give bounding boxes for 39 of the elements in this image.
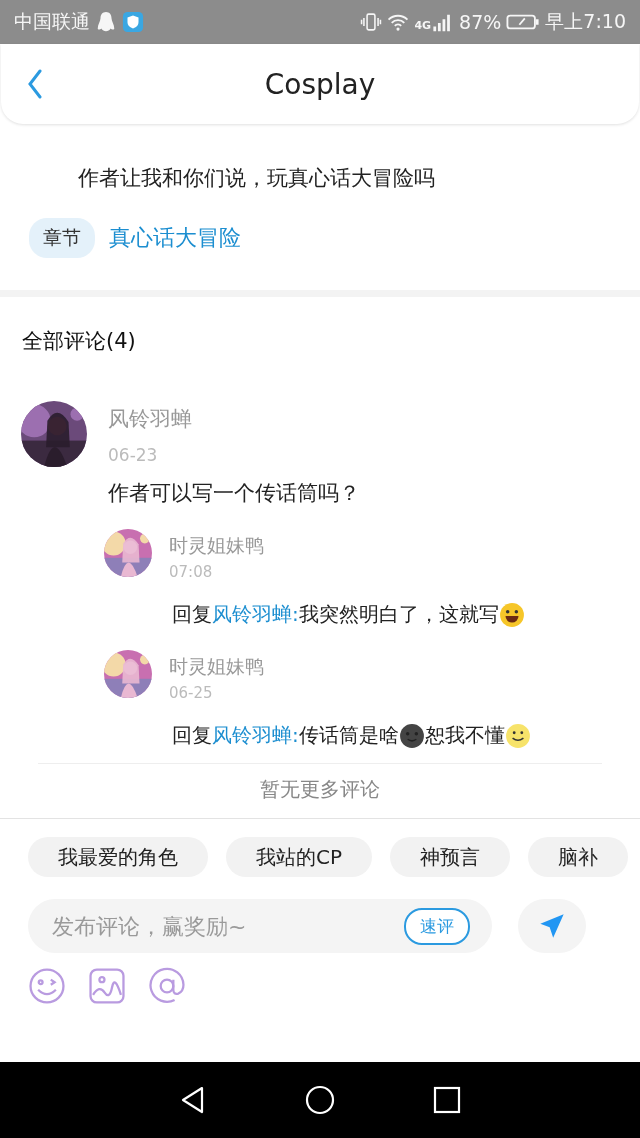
recent-apps-icon[interactable] bbox=[431, 1085, 462, 1115]
chapter-link[interactable]: 真心话大冒险 bbox=[109, 223, 241, 253]
end-of-comments-note: 暂无更多评论 bbox=[260, 777, 380, 801]
post-text: 作者让我和你们说，玩真心话大冒险吗 bbox=[78, 165, 436, 192]
paper-plane-icon bbox=[538, 912, 566, 940]
grinning-emoji-icon bbox=[498, 601, 525, 628]
comment-text: 作者可以写一个传话筒吗？ bbox=[108, 480, 361, 507]
image-icon[interactable] bbox=[88, 967, 126, 1005]
mention-link[interactable]: 风铃羽蝉: bbox=[212, 601, 299, 628]
comment-input-field[interactable]: 发布评论，赢奖励~ 速评 bbox=[28, 899, 492, 953]
dark-face-emoji-icon bbox=[398, 722, 425, 749]
comment-date: 06-23 bbox=[108, 445, 159, 465]
home-icon[interactable] bbox=[305, 1085, 335, 1115]
author-name: 时灵姐妹鸭 bbox=[169, 533, 264, 558]
network-label: 4G bbox=[414, 19, 432, 32]
quick-review-button[interactable]: 速评 bbox=[404, 907, 470, 945]
vibrate-icon bbox=[360, 11, 383, 33]
quick-comment-chip[interactable]: 我最爱的角色 bbox=[28, 837, 208, 877]
clock: 早上7:10 bbox=[545, 9, 626, 34]
reply-text: 回复风铃羽蝉:传话筒是啥 恕我不懂 bbox=[172, 722, 640, 749]
comments-heading: 全部评论(4) bbox=[22, 328, 137, 355]
shield-icon bbox=[122, 11, 144, 33]
author-name: 时灵姐妹鸭 bbox=[169, 654, 264, 679]
quick-comment-chip[interactable]: 脑补 bbox=[528, 837, 629, 877]
page-title: Cosplay bbox=[264, 67, 376, 101]
author-name: 风铃羽蝉 bbox=[108, 406, 193, 433]
mention-icon[interactable] bbox=[148, 967, 186, 1005]
chapter-tag: 章节 bbox=[29, 218, 95, 258]
smiling-emoji-icon bbox=[504, 722, 531, 749]
quick-comment-chip[interactable]: 我站的CP bbox=[226, 837, 373, 877]
reply-text: 回复风铃羽蝉:我突然明白了，这就写 bbox=[172, 601, 640, 628]
quick-comment-chip[interactable]: 神预言 bbox=[390, 837, 511, 877]
reply-time: 07:08 bbox=[169, 563, 214, 581]
battery-percent: 87% bbox=[459, 11, 502, 33]
carrier-name: 中国联通 bbox=[14, 9, 90, 34]
penguin-icon bbox=[95, 11, 117, 33]
reply-time: 06-25 bbox=[169, 684, 214, 702]
mention-link[interactable]: 风铃羽蝉: bbox=[212, 722, 299, 749]
emoji-icon[interactable] bbox=[28, 967, 66, 1005]
